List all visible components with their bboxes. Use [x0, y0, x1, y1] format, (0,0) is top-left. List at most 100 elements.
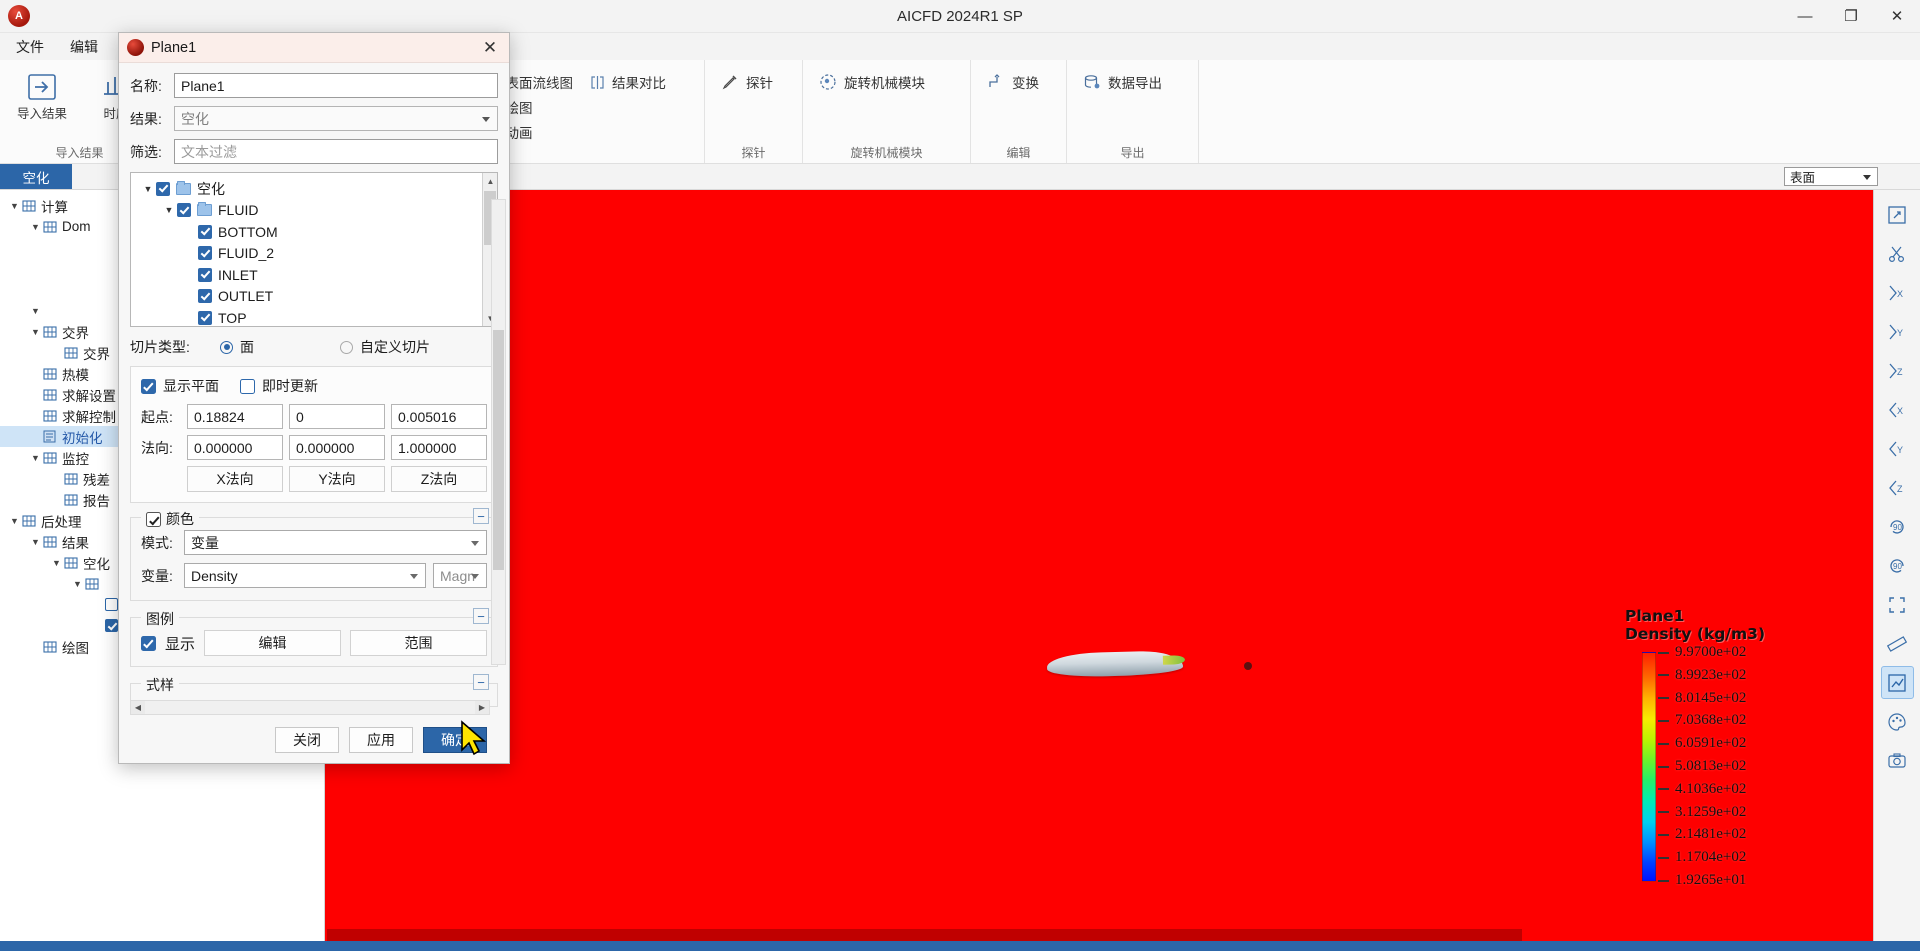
- color-group-checkbox[interactable]: [146, 511, 161, 527]
- maximize-icon[interactable]: ❐: [1828, 0, 1874, 33]
- dialog-close-icon[interactable]: ✕: [477, 37, 503, 59]
- dialog-filter-input[interactable]: 文本过滤: [174, 139, 498, 164]
- chevron-down-icon[interactable]: ▼: [8, 516, 21, 526]
- chevron-down-icon[interactable]: ▼: [50, 558, 63, 568]
- y-normal-button[interactable]: Y法向: [289, 466, 385, 492]
- chevron-down-icon[interactable]: ▼: [8, 201, 21, 211]
- dialog-tree-checkbox[interactable]: [198, 224, 212, 239]
- slice-type-radio-surface[interactable]: [220, 340, 233, 354]
- view-y-icon[interactable]: Y: [1881, 315, 1914, 348]
- cut-icon[interactable]: [1881, 237, 1914, 270]
- style-group-collapse-icon[interactable]: −: [473, 674, 489, 690]
- normal-z-input[interactable]: 1.000000: [391, 435, 487, 460]
- dialog-close-button[interactable]: 关闭: [275, 727, 339, 753]
- chevron-down-icon[interactable]: ▼: [140, 184, 156, 194]
- menu-item-edit[interactable]: 编辑: [70, 37, 98, 57]
- ribbon-group-label-edit: 编辑: [1006, 146, 1031, 160]
- legend-edit-button[interactable]: 编辑: [204, 630, 342, 656]
- slice-type-option-custom[interactable]: 自定义切片: [360, 337, 430, 357]
- 3d-viewport[interactable]: Plane1 Density (kg/m3) 9.9700e+02 8.9923e…: [325, 190, 1873, 951]
- ribbon-button-import-result[interactable]: 导入结果: [6, 64, 78, 121]
- instant-update-checkbox[interactable]: [240, 378, 255, 394]
- show-plane-checkbox[interactable]: [141, 378, 156, 394]
- dialog-tree-item-label: FLUID_2: [218, 245, 275, 262]
- menu-item-file[interactable]: 文件: [16, 37, 44, 57]
- legend-range-button[interactable]: 范围: [350, 630, 488, 656]
- dialog-tree-item[interactable]: ▼ FLUID: [140, 200, 497, 222]
- ribbon-button-turbomachinery[interactable]: 旋转机械模块: [809, 64, 964, 92]
- dialog-tree-item[interactable]: TOP: [140, 307, 497, 326]
- dialog-tree-scroll-up-icon[interactable]: ▲: [483, 173, 497, 189]
- chart-view-icon[interactable]: [1880, 666, 1914, 699]
- dialog-surface-tree[interactable]: ▼ 空化 ▼ FLUID BOTTOM FLUID_2 INLET OUTLET TOP ▲ ▼: [130, 172, 498, 327]
- chevron-down-icon[interactable]: ▼: [29, 537, 42, 547]
- origin-z-input[interactable]: 0.005016: [391, 404, 487, 429]
- rotate-90-ccw-icon[interactable]: 90: [1881, 549, 1914, 582]
- dialog-hscroll-left-icon[interactable]: ◀: [131, 701, 145, 714]
- view-z-icon[interactable]: Z: [1881, 354, 1914, 387]
- origin-x-input[interactable]: 0.18824: [187, 404, 283, 429]
- chevron-down-icon[interactable]: ▼: [71, 579, 84, 589]
- color-magnitude-select[interactable]: Magn: [433, 563, 487, 588]
- dialog-tree-checkbox[interactable]: [198, 267, 212, 282]
- normal-x-input[interactable]: 0.000000: [187, 435, 283, 460]
- z-normal-button[interactable]: Z法向: [391, 466, 487, 492]
- surface-select[interactable]: 表面: [1784, 167, 1878, 186]
- slice-type-radio-custom[interactable]: [340, 340, 353, 354]
- dialog-vertical-scrollbar[interactable]: [491, 199, 506, 665]
- origin-y-input[interactable]: 0: [289, 404, 385, 429]
- palette-icon[interactable]: [1881, 705, 1914, 738]
- project-tab-cavitation[interactable]: 空化: [0, 164, 72, 189]
- chevron-down-icon[interactable]: ▼: [29, 222, 42, 232]
- dialog-apply-button[interactable]: 应用: [349, 727, 413, 753]
- close-icon[interactable]: ✕: [1874, 0, 1920, 33]
- dialog-tree-item[interactable]: ▼ 空化: [140, 178, 497, 200]
- ribbon-button-probe[interactable]: 探针: [711, 64, 796, 92]
- fit-view-icon[interactable]: [1881, 588, 1914, 621]
- dialog-name-input[interactable]: Plane1: [174, 73, 498, 98]
- view-neg-y-icon[interactable]: Y: [1881, 432, 1914, 465]
- dialog-tree-checkbox[interactable]: [198, 246, 212, 261]
- ribbon-button-data-export[interactable]: 数据导出: [1073, 64, 1192, 92]
- dialog-horizontal-scrollbar[interactable]: ◀ ▶: [130, 700, 490, 715]
- dialog-tree-item[interactable]: INLET: [140, 264, 497, 286]
- ribbon-button-transform[interactable]: 变换: [977, 64, 1060, 92]
- legend-show-checkbox[interactable]: [141, 635, 156, 651]
- color-mode-select[interactable]: 变量: [184, 530, 487, 555]
- dialog-hscroll-right-icon[interactable]: ▶: [475, 701, 489, 714]
- camera-icon[interactable]: [1881, 744, 1914, 777]
- dialog-tree-item[interactable]: BOTTOM: [140, 221, 497, 243]
- legend-group-collapse-icon[interactable]: −: [473, 608, 489, 624]
- chevron-down-icon[interactable]: ▼: [29, 453, 42, 463]
- chevron-down-icon[interactable]: ▼: [29, 306, 42, 316]
- dialog-tree-checkbox[interactable]: [198, 310, 212, 325]
- expand-view-icon[interactable]: [1881, 198, 1914, 231]
- ruler-icon[interactable]: [1881, 627, 1914, 660]
- color-group-collapse-icon[interactable]: −: [473, 508, 489, 524]
- tree-checkbox-checked[interactable]: [105, 619, 118, 632]
- dialog-tree-checkbox[interactable]: [156, 181, 170, 196]
- chevron-down-icon[interactable]: ▼: [161, 205, 177, 215]
- chevron-down-icon[interactable]: ▼: [29, 327, 42, 337]
- normal-y-input[interactable]: 0.000000: [289, 435, 385, 460]
- view-x-icon[interactable]: X: [1881, 276, 1914, 309]
- dialog-tree-checkbox[interactable]: [198, 289, 212, 304]
- dialog-tree-item-label: INLET: [218, 266, 258, 283]
- dialog-vscroll-thumb[interactable]: [493, 330, 504, 570]
- show-plane-label: 显示平面: [163, 378, 219, 394]
- view-neg-x-icon[interactable]: X: [1881, 393, 1914, 426]
- dialog-tree-item[interactable]: FLUID_2: [140, 243, 497, 265]
- dialog-tree-checkbox[interactable]: [177, 203, 191, 218]
- dialog-result-select[interactable]: 空化: [174, 106, 498, 131]
- dialog-tree-item[interactable]: OUTLET: [140, 286, 497, 308]
- color-variable-select[interactable]: Density: [184, 563, 426, 588]
- view-neg-z-icon[interactable]: Z: [1881, 471, 1914, 504]
- rotate-90-icon[interactable]: 90: [1881, 510, 1914, 543]
- ribbon-button-compare-results[interactable]: 结果对比: [589, 72, 666, 92]
- minimize-icon[interactable]: —: [1782, 0, 1828, 33]
- tree-checkbox-unchecked[interactable]: [105, 598, 118, 611]
- ribbon-label-turbomachinery: 旋转机械模块: [844, 76, 925, 91]
- slice-type-option-surface[interactable]: 面: [240, 337, 254, 357]
- plane-dialog[interactable]: Plane1 ✕ 名称: Plane1 结果: 空化 筛选: 文本过滤 ▼ 空化 ▼…: [118, 32, 510, 764]
- x-normal-button[interactable]: X法向: [187, 466, 283, 492]
